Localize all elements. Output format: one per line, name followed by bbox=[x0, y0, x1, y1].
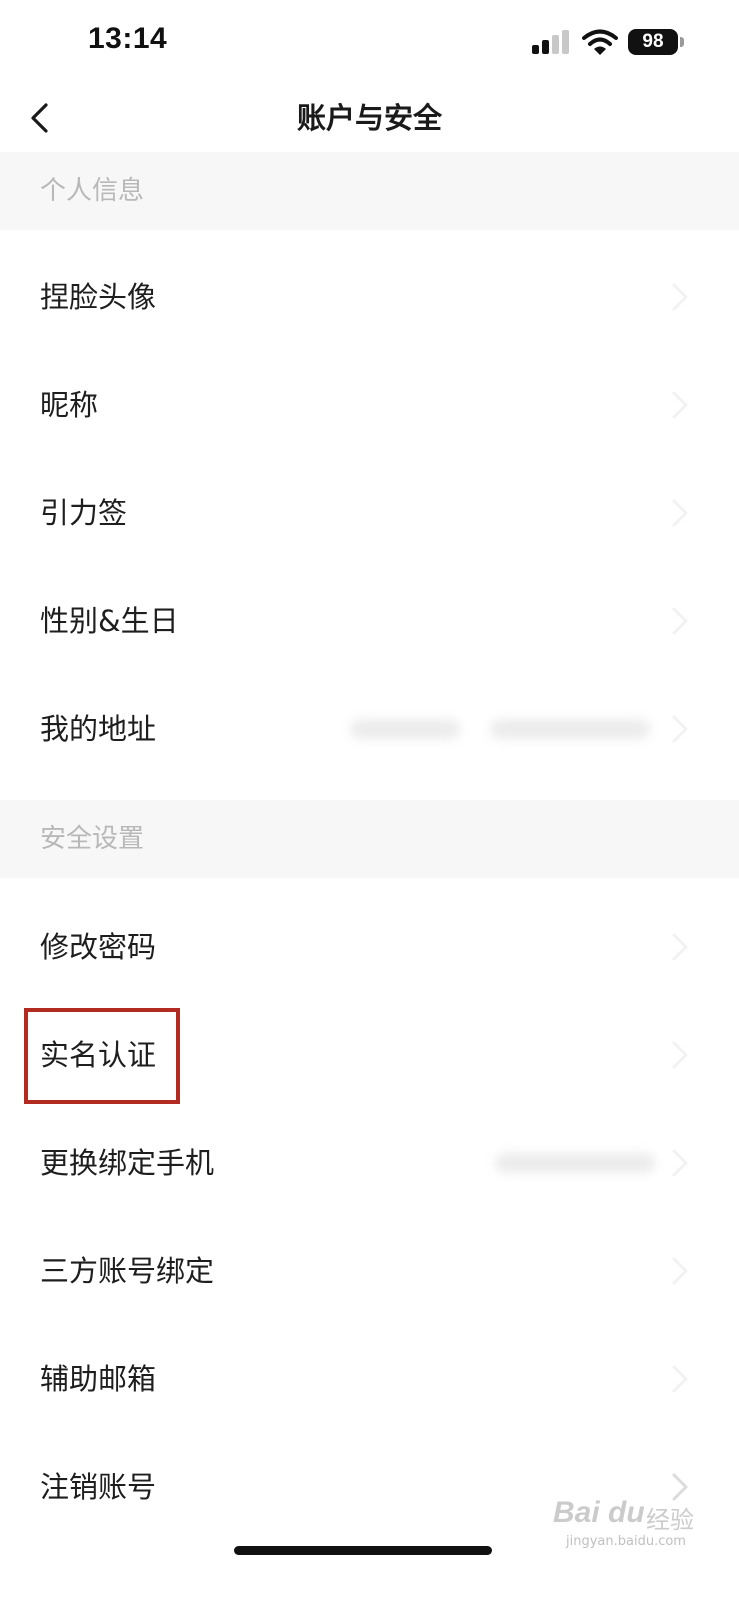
row-label: 注销账号 bbox=[40, 1470, 157, 1504]
row-label: 辅助邮箱 bbox=[40, 1362, 157, 1396]
watermark-brand-cn: 经验 bbox=[646, 1506, 694, 1534]
blurred-value bbox=[490, 719, 650, 739]
nav-bar: 账户与安全 bbox=[0, 88, 739, 152]
row-label: 引力签 bbox=[40, 496, 128, 530]
row-label: 三方账号绑定 bbox=[40, 1254, 215, 1288]
row-my-address[interactable]: 我的地址 bbox=[0, 675, 739, 783]
row-third-party-binding[interactable]: 三方账号绑定 bbox=[0, 1217, 739, 1325]
signal-icon bbox=[532, 30, 570, 54]
section-header-label: 个人信息 bbox=[40, 176, 145, 206]
row-backup-email[interactable]: 辅助邮箱 bbox=[0, 1325, 739, 1433]
blurred-value bbox=[495, 1153, 655, 1173]
row-avatar[interactable]: 捏脸头像 bbox=[0, 243, 739, 351]
battery-level: 98 bbox=[642, 31, 664, 52]
status-time: 13:14 bbox=[88, 22, 168, 55]
status-bar: 13:14 98 bbox=[0, 0, 739, 88]
blurred-value bbox=[350, 719, 460, 739]
section-header-personal-info: 个人信息 bbox=[0, 152, 739, 230]
row-label: 更换绑定手机 bbox=[40, 1146, 215, 1180]
battery-tip bbox=[680, 37, 684, 47]
row-gender-birthday[interactable]: 性别&生日 bbox=[0, 567, 739, 675]
baidu-watermark: Bai du 经验 jingyan.baidu.com bbox=[548, 1490, 708, 1554]
chevron-right-icon bbox=[672, 1365, 688, 1393]
row-label: 性别&生日 bbox=[40, 604, 179, 638]
chevron-left-icon bbox=[31, 103, 48, 133]
chevron-right-icon bbox=[672, 933, 688, 961]
highlight-box bbox=[24, 1008, 180, 1104]
chevron-right-icon bbox=[672, 391, 688, 419]
section-header-label: 安全设置 bbox=[40, 824, 145, 854]
row-label: 修改密码 bbox=[40, 930, 157, 964]
chevron-right-icon bbox=[672, 1041, 688, 1069]
row-nickname[interactable]: 昵称 bbox=[0, 351, 739, 459]
row-change-bound-phone[interactable]: 更换绑定手机 bbox=[0, 1109, 739, 1217]
chevron-right-icon bbox=[672, 607, 688, 635]
row-label: 昵称 bbox=[40, 388, 99, 422]
page-title: 账户与安全 bbox=[296, 101, 442, 135]
section-header-security: 安全设置 bbox=[0, 800, 739, 878]
row-change-password[interactable]: 修改密码 bbox=[0, 893, 739, 1001]
row-label: 我的地址 bbox=[40, 712, 157, 746]
chevron-right-icon bbox=[672, 1257, 688, 1285]
battery-icon: 98 bbox=[628, 29, 678, 55]
chevron-right-icon bbox=[672, 1149, 688, 1177]
row-signature[interactable]: 引力签 bbox=[0, 459, 739, 567]
chevron-right-icon bbox=[672, 715, 688, 743]
watermark-brand: Bai du bbox=[553, 1496, 645, 1529]
chevron-right-icon bbox=[672, 499, 688, 527]
row-label: 捏脸头像 bbox=[40, 280, 157, 314]
home-indicator[interactable] bbox=[234, 1546, 492, 1555]
chevron-right-icon bbox=[672, 283, 688, 311]
wifi-icon bbox=[582, 29, 618, 55]
watermark-url: jingyan.baidu.com bbox=[566, 1534, 686, 1549]
back-button[interactable] bbox=[18, 92, 64, 144]
